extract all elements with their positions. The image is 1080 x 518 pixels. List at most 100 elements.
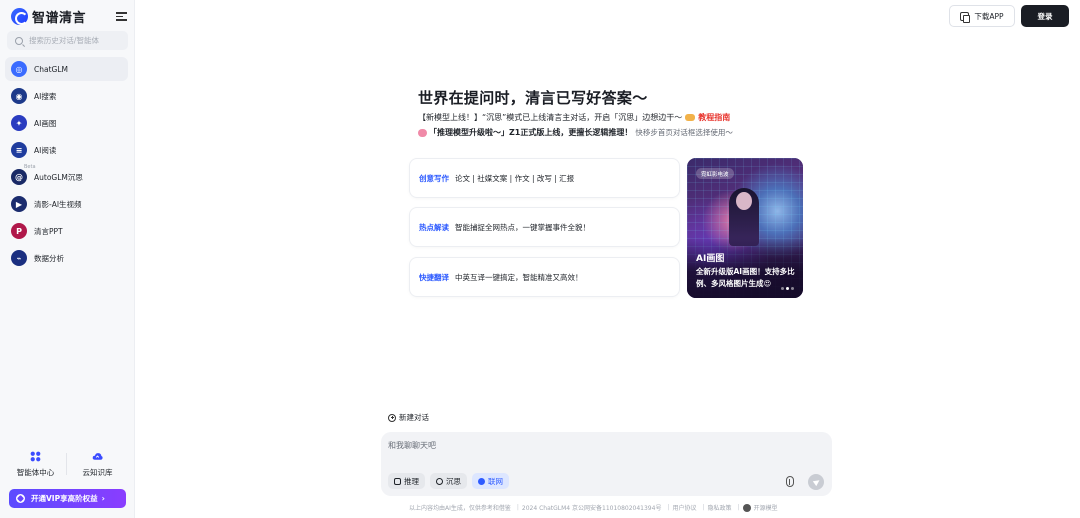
- chatglm-icon: ◎: [11, 61, 27, 77]
- notice-reasoning-model: 「推理模型升级啦～」Z1正式版上线，更擅长逻辑推理！ 快移步首页对话框选择使用～: [418, 127, 733, 138]
- new-chat-label: 新建对话: [399, 413, 429, 422]
- chat-input[interactable]: [388, 441, 808, 450]
- mode-buttons: 推理 沉思 联网: [388, 473, 509, 489]
- mode-contemplate-button[interactable]: 沉思: [430, 473, 467, 489]
- footer-privacy-link[interactable]: 隐私政策: [708, 503, 732, 512]
- footer-separator: |: [667, 504, 670, 511]
- mode-label: 联网: [488, 476, 503, 486]
- data-analysis-icon: ⌁: [11, 250, 27, 266]
- cloud-kb-button[interactable]: 云知识库: [67, 449, 128, 479]
- contemplate-icon: [436, 477, 443, 485]
- card-text: 智能捕捉全网热点，一键掌握事件全貌！: [455, 222, 590, 232]
- logo-row: 智谱清言: [11, 7, 127, 26]
- sidebar-nav: ◎ ChatGLM ◉ AI搜索 ✦ AI画图 ≡ AI阅读 @ AutoGLM沉思 Beta ▶ 清影…: [5, 57, 128, 273]
- chevron-right-icon: ›: [101, 494, 105, 503]
- vip-icon: [16, 494, 25, 503]
- suggestion-card-hot-topics[interactable]: 热点解读 智能捕捉全网热点，一键掌握事件全貌！: [409, 207, 680, 247]
- card-tag: 创意写作: [419, 173, 449, 183]
- agent-center-button[interactable]: 智能体中心: [5, 449, 66, 479]
- cloud-kb-icon: [92, 453, 103, 460]
- autoglm-icon: @: [11, 169, 27, 185]
- plus-circle-icon: [388, 413, 396, 422]
- sidebar-item-label: AI画图: [34, 118, 57, 128]
- footer-disclaimer: 以上内容均由AI生成，仅供参考和借鉴: [409, 505, 511, 512]
- send-button[interactable]: [808, 474, 824, 490]
- suggestion-card-translate[interactable]: 快捷翻译 中英互译一键搞定，智能精准又高效！: [409, 257, 680, 297]
- notice-new-model: 【新模型上线！】“沉思”模式已上线清言主对话，开启「沉思」边想边干～ 教程指南: [418, 112, 730, 123]
- chat-input-box: 推理 沉思 联网: [381, 432, 832, 496]
- ai-search-icon: ◉: [11, 88, 27, 104]
- card-text: 论文 | 社媒文案 | 作文 | 改写 | 汇报: [455, 173, 575, 183]
- logo-icon[interactable]: [11, 7, 28, 25]
- tutorial-link[interactable]: 教程指南: [698, 112, 730, 123]
- sidebar-item-label: AI阅读: [34, 145, 57, 155]
- send-icon: [812, 477, 821, 487]
- footer-copyright: 2024 ChatGLM4 京公网安备11010802041394号: [521, 505, 662, 512]
- promo-card-ai-draw[interactable]: 霓虹影电波 AI画图 全新升级版AI画图！支持多比例、多风格图片生成😍: [687, 158, 803, 298]
- sidebar-item-autoglm[interactable]: @ AutoGLM沉思 Beta: [5, 164, 128, 189]
- notice-reasoning-text: 「推理模型升级啦～」Z1正式版上线，更擅长逻辑推理！: [429, 128, 633, 137]
- suggestion-card-writing[interactable]: 创意写作 论文 | 社媒文案 | 作文 | 改写 | 汇报: [409, 158, 680, 198]
- logo-text[interactable]: 智谱清言: [32, 7, 86, 26]
- ai-draw-icon: ✦: [11, 115, 27, 131]
- card-tag: 快捷翻译: [419, 272, 449, 282]
- mode-label: 推理: [404, 476, 419, 486]
- promo-badge: 霓虹影电波: [696, 168, 734, 179]
- card-text: 中英互译一键搞定，智能精准又高效！: [455, 272, 583, 282]
- carousel-dot[interactable]: [791, 287, 794, 290]
- collapse-sidebar-icon[interactable]: [116, 11, 127, 21]
- sidebar-item-data-analysis[interactable]: ⌁ 数据分析: [5, 246, 128, 270]
- footer-open-source-link[interactable]: 开源模型: [754, 503, 778, 512]
- footer-separator: |: [702, 504, 705, 511]
- reasoning-icon: [394, 477, 401, 485]
- sidebar-item-chatglm[interactable]: ◎ ChatGLM: [5, 57, 128, 81]
- sidebar-item-label: AI搜索: [34, 91, 57, 101]
- video-icon: ▶: [11, 196, 27, 212]
- new-chat-button[interactable]: 新建对话: [388, 412, 429, 423]
- sidebar-item-label: 数据分析: [34, 253, 64, 263]
- footer-separator: |: [737, 504, 740, 511]
- mode-web-button[interactable]: 联网: [472, 473, 509, 489]
- sidebar-item-ai-read[interactable]: ≡ AI阅读: [5, 138, 128, 162]
- sidebar-item-ai-draw[interactable]: ✦ AI画图: [5, 111, 128, 135]
- cloud-kb-label: 云知识库: [82, 468, 113, 477]
- promo-heading: AI画图: [696, 254, 725, 264]
- carousel-dots[interactable]: [781, 287, 794, 290]
- mode-label: 沉思: [446, 476, 461, 486]
- vip-button[interactable]: 开通VIP享高阶权益 ›: [9, 489, 126, 508]
- sidebar-item-video[interactable]: ▶ 清影-AI生视频: [5, 192, 128, 216]
- download-app-button[interactable]: 下载APP: [949, 5, 1015, 27]
- pointing-hand-icon: [685, 114, 696, 121]
- footer-user-agreement-link[interactable]: 用户协议: [672, 503, 696, 512]
- card-tag: 热点解读: [419, 222, 449, 232]
- github-icon: [742, 503, 751, 512]
- sidebar-search[interactable]: [7, 31, 128, 50]
- carousel-dot[interactable]: [781, 287, 784, 290]
- sidebar-item-label: ChatGLM: [34, 64, 68, 74]
- paperclip-icon[interactable]: [786, 476, 794, 487]
- sidebar-item-ppt[interactable]: P 清言PPT: [5, 219, 128, 243]
- phone-icon: [960, 11, 971, 23]
- sidebar-item-ai-search[interactable]: ◉ AI搜索: [5, 84, 128, 108]
- globe-icon: [478, 477, 485, 485]
- mode-reasoning-button[interactable]: 推理: [388, 473, 425, 489]
- brain-icon: [418, 128, 427, 137]
- footer: 以上内容均由AI生成，仅供参考和借鉴 | 2024 ChatGLM4 京公网安备…: [409, 503, 781, 512]
- notice-reasoning-hint: 快移步首页对话框选择使用～: [635, 128, 733, 137]
- notice-new-model-text: 【新模型上线！】“沉思”模式已上线清言主对话，开启「沉思」边想边干～: [418, 113, 683, 122]
- promo-figure-head: [736, 192, 752, 210]
- page-title: 世界在提问时，清言已写好答案～: [418, 89, 648, 107]
- agent-center-label: 智能体中心: [16, 468, 55, 477]
- search-input[interactable]: [28, 36, 128, 45]
- beta-badge: Beta: [24, 164, 36, 170]
- ppt-icon: P: [11, 223, 27, 239]
- bottom-tools: 智能体中心 云知识库: [5, 449, 128, 479]
- sidebar-item-label: 清影-AI生视频: [34, 199, 82, 209]
- footer-separator: |: [516, 504, 519, 511]
- sidebar-item-label: AutoGLM沉思: [34, 172, 83, 182]
- sidebar-item-label: 清言PPT: [34, 226, 63, 236]
- login-button[interactable]: 登录: [1021, 5, 1069, 27]
- download-app-label: 下载APP: [974, 11, 1004, 21]
- carousel-dot-active[interactable]: [786, 287, 789, 290]
- ai-read-icon: ≡: [11, 142, 27, 158]
